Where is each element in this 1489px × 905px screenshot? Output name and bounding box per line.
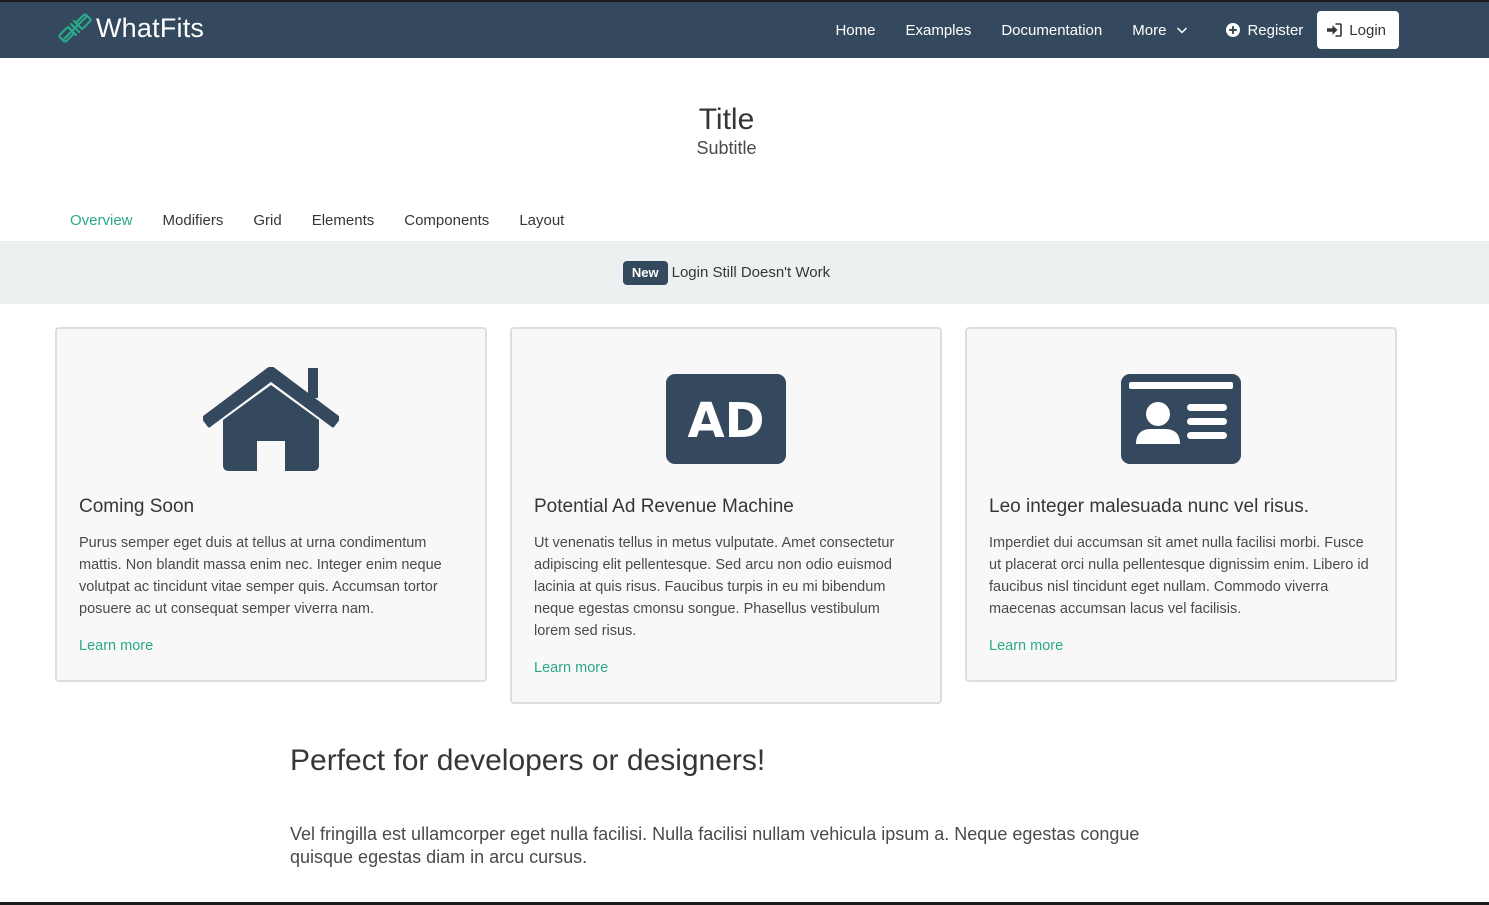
top-navbar: WhatFits Home Examples Documentation Mor…: [0, 2, 1489, 58]
chevron-down-icon: [1177, 27, 1188, 34]
home-icon: [203, 367, 339, 471]
svg-text:AD: AD: [688, 393, 765, 449]
nav-links: Home Examples Documentation More Registe…: [835, 2, 1489, 58]
card-title: Leo integer malesuada nunc vel risus.: [989, 496, 1310, 517]
brand[interactable]: WhatFits: [58, 8, 204, 48]
learn-more-link[interactable]: Learn more: [534, 657, 918, 679]
learn-more-link[interactable]: Learn more: [989, 635, 1373, 657]
nav-more-dropdown[interactable]: More: [1132, 22, 1188, 39]
card-title: Potential Ad Revenue Machine: [534, 496, 794, 517]
register-label: Register: [1247, 21, 1304, 39]
tab-layout[interactable]: Layout: [504, 212, 579, 229]
section-text: Vel fringilla est ullamcorper eget nulla…: [290, 824, 1140, 867]
plus-circle-icon: [1226, 23, 1241, 37]
register-button[interactable]: Register: [1226, 22, 1303, 39]
page-subtitle: Subtitle: [696, 138, 757, 158]
login-label: Login: [1349, 21, 1386, 39]
announcement-text: Login Still Doesn't Work: [671, 264, 831, 281]
tab-grid[interactable]: Grid: [238, 212, 296, 229]
page-title: Title: [698, 103, 755, 136]
id-card-icon: [1121, 374, 1241, 464]
announcement-bar: New Login Still Doesn't Work: [0, 241, 1489, 304]
learn-more-link[interactable]: Learn more: [79, 635, 463, 657]
feature-card: Coming Soon Purus semper eget duis at te…: [55, 327, 487, 682]
brand-logo-icon: [58, 13, 92, 43]
sign-in-icon: [1327, 23, 1343, 37]
section-heading: Perfect for developers or designers!: [290, 744, 766, 777]
card-text: Purus semper eget duis at tellus at urna…: [79, 535, 442, 617]
card-text: Imperdiet dui accumsan sit amet nulla fa…: [989, 535, 1369, 617]
card-text: Ut venenatis tellus in metus vulputate. …: [534, 535, 895, 639]
tabs: Overview Modifiers Grid Elements Compone…: [55, 212, 579, 229]
tab-components[interactable]: Components: [389, 212, 504, 229]
ad-icon: AD: [666, 374, 786, 464]
nav-link-documentation[interactable]: Documentation: [1001, 22, 1102, 39]
nav-link-home[interactable]: Home: [835, 22, 875, 39]
feature-card: Leo integer malesuada nunc vel risus. Im…: [965, 327, 1397, 682]
tab-modifiers[interactable]: Modifiers: [148, 212, 239, 229]
card-title: Coming Soon: [79, 496, 195, 517]
tab-overview[interactable]: Overview: [55, 212, 148, 229]
new-badge: New: [622, 260, 668, 285]
nav-more-label: More: [1132, 21, 1167, 39]
tab-elements[interactable]: Elements: [297, 212, 390, 229]
login-button[interactable]: Login: [1317, 11, 1399, 49]
nav-link-examples[interactable]: Examples: [905, 22, 971, 39]
brand-name: WhatFits: [96, 12, 205, 43]
feature-card: AD Potential Ad Revenue Machine Ut venen…: [510, 327, 942, 704]
